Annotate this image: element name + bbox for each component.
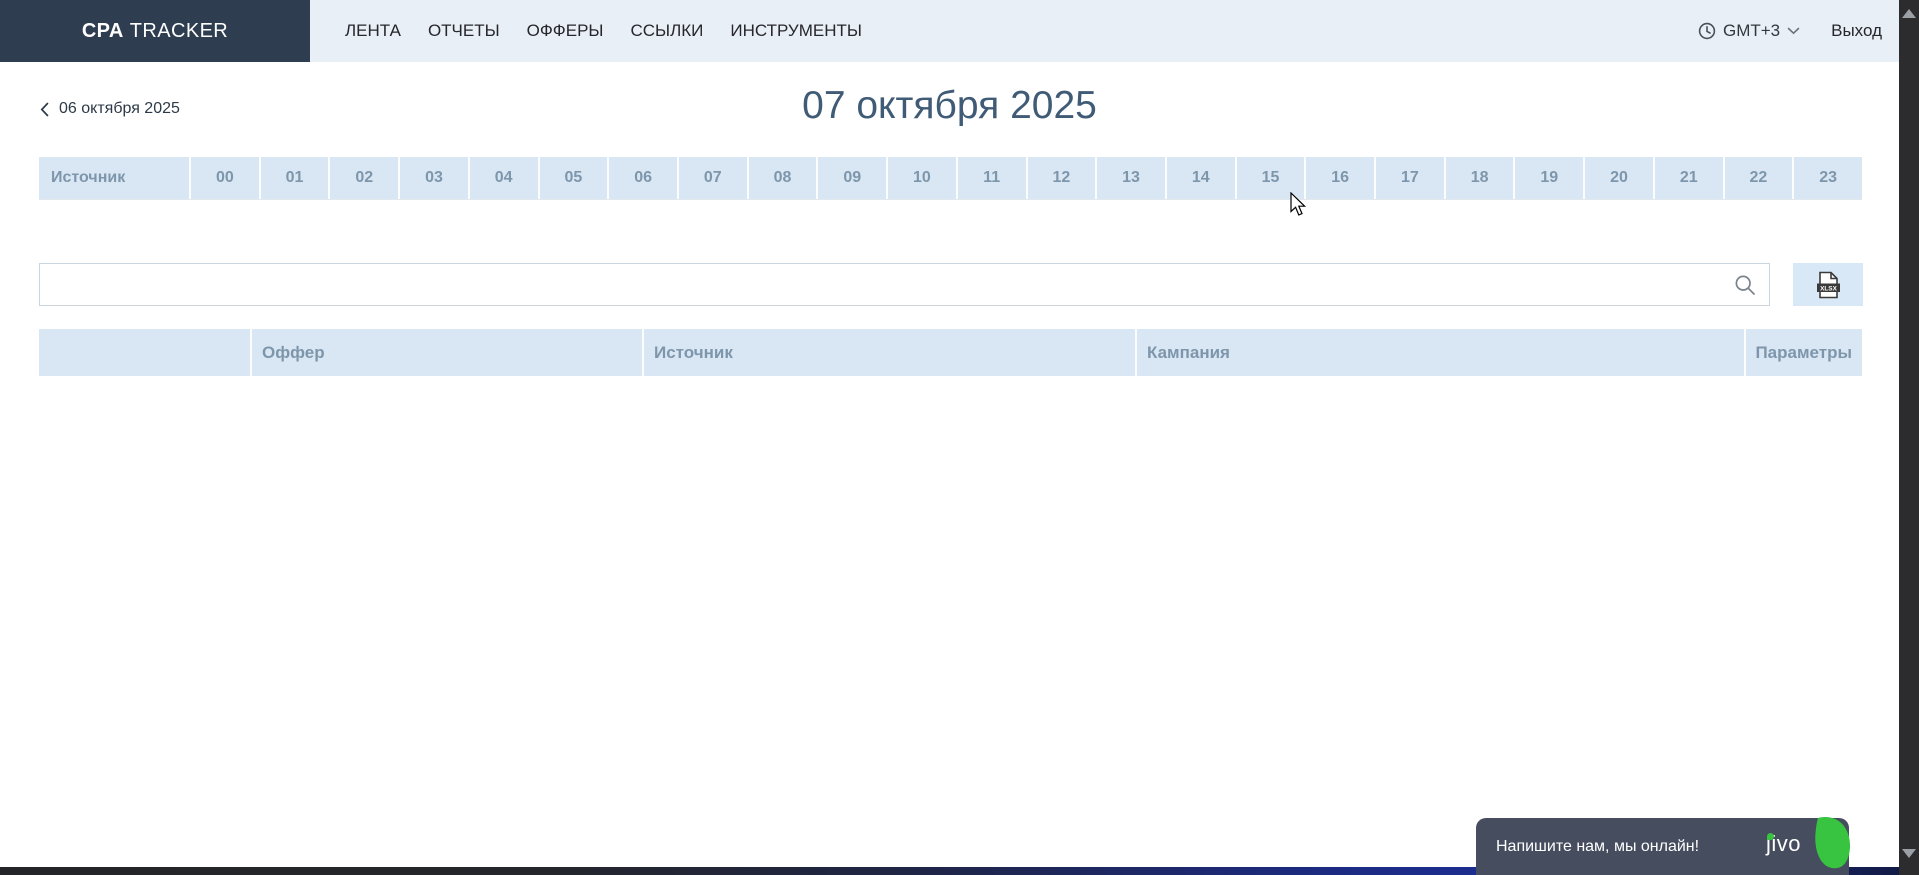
scrollbar-down-arrow[interactable] xyxy=(1902,849,1916,858)
app-logo[interactable]: CPA TRACKER xyxy=(0,0,310,62)
hour-cell-15: 15 xyxy=(1235,157,1305,199)
nav-item-lenta[interactable]: ЛЕНТА xyxy=(345,21,401,41)
hour-cell-21: 21 xyxy=(1653,157,1723,199)
chevron-down-icon xyxy=(1787,27,1800,35)
clock-icon xyxy=(1698,22,1716,40)
nav-item-instrumenty[interactable]: ИНСТРУМЕНТЫ xyxy=(730,21,862,41)
hour-cell-18: 18 xyxy=(1444,157,1514,199)
timezone-selector[interactable]: GMT+3 xyxy=(1698,21,1800,41)
hour-cell-09: 09 xyxy=(816,157,886,199)
main-menu: ЛЕНТА ОТЧЕТЫ ОФФЕРЫ ССЫЛКИ ИНСТРУМЕНТЫ xyxy=(345,0,862,62)
results-table-header: ОфферИсточникКампанияПараметры xyxy=(39,329,1862,376)
hour-cell-19: 19 xyxy=(1513,157,1583,199)
jivo-logo: jivo xyxy=(1766,831,1801,857)
search-box xyxy=(39,263,1770,306)
hour-cell-05: 05 xyxy=(538,157,608,199)
timezone-label: GMT+3 xyxy=(1723,21,1780,41)
search-row: XLSX xyxy=(39,263,1919,306)
hour-cell-02: 02 xyxy=(328,157,398,199)
export-xlsx-button[interactable]: XLSX xyxy=(1793,263,1863,306)
xlsx-label: XLSX xyxy=(1820,285,1837,292)
search-icon[interactable] xyxy=(1734,274,1756,296)
app-screen: CPA TRACKER ЛЕНТА ОТЧЕТЫ ОФФЕРЫ ССЫЛКИ ИНСТР… xyxy=(0,0,1919,376)
hour-cell-17: 17 xyxy=(1374,157,1444,199)
hour-cell-13: 13 xyxy=(1095,157,1165,199)
logo-rest-text: TRACKER xyxy=(130,20,228,43)
col-source: Источник xyxy=(642,329,1135,376)
hour-cell-01: 01 xyxy=(259,157,329,199)
hour-cell-06: 06 xyxy=(607,157,677,199)
hour-cell-16: 16 xyxy=(1304,157,1374,199)
hour-cell-20: 20 xyxy=(1583,157,1653,199)
col-offer: Оффер xyxy=(250,329,642,376)
nav-item-otchety[interactable]: ОТЧЕТЫ xyxy=(428,21,500,41)
page-title: 07 октября 2025 xyxy=(0,84,1899,128)
nav-item-offery[interactable]: ОФФЕРЫ xyxy=(527,21,604,41)
col-campaign: Кампания xyxy=(1135,329,1744,376)
nav-item-ssylki[interactable]: ССЫЛКИ xyxy=(630,21,703,41)
hour-cell-23: 23 xyxy=(1792,157,1862,199)
navbar-right: GMT+3 Выход xyxy=(1698,0,1919,62)
scrollbar-up-arrow[interactable] xyxy=(1902,9,1916,18)
chat-message: Напишите нам, мы онлайн! xyxy=(1496,838,1699,856)
date-navigation: 06 октября 2025 07 октября 2025 xyxy=(0,62,1919,157)
hour-cell-08: 08 xyxy=(747,157,817,199)
hour-cell-11: 11 xyxy=(956,157,1026,199)
hour-cell-00: 00 xyxy=(189,157,259,199)
hour-cell-03: 03 xyxy=(398,157,468,199)
scrollbar[interactable] xyxy=(1899,0,1919,875)
hours-source-cell: Источник xyxy=(39,157,189,199)
col-params: Параметры xyxy=(1744,329,1862,376)
search-input[interactable] xyxy=(40,264,1769,305)
hour-cell-07: 07 xyxy=(677,157,747,199)
hour-cell-14: 14 xyxy=(1165,157,1235,199)
hour-cell-04: 04 xyxy=(468,157,538,199)
logo-bold-text: CPA xyxy=(82,20,124,43)
chat-widget[interactable]: Напишите нам, мы онлайн! jivo xyxy=(1476,818,1849,875)
hour-cell-12: 12 xyxy=(1026,157,1096,199)
jivo-leaf-icon xyxy=(1814,815,1852,871)
hour-cell-22: 22 xyxy=(1723,157,1793,199)
jivo-logo-dot xyxy=(1767,833,1774,840)
col-empty xyxy=(39,329,250,376)
top-navbar: CPA TRACKER ЛЕНТА ОТЧЕТЫ ОФФЕРЫ ССЫЛКИ ИНСТР… xyxy=(0,0,1919,62)
logout-link[interactable]: Выход xyxy=(1831,21,1882,41)
hours-header-row: Источник00010203040506070809101112131415… xyxy=(39,157,1862,200)
xlsx-file-icon: XLSX xyxy=(1815,271,1841,299)
hour-cell-10: 10 xyxy=(886,157,956,199)
